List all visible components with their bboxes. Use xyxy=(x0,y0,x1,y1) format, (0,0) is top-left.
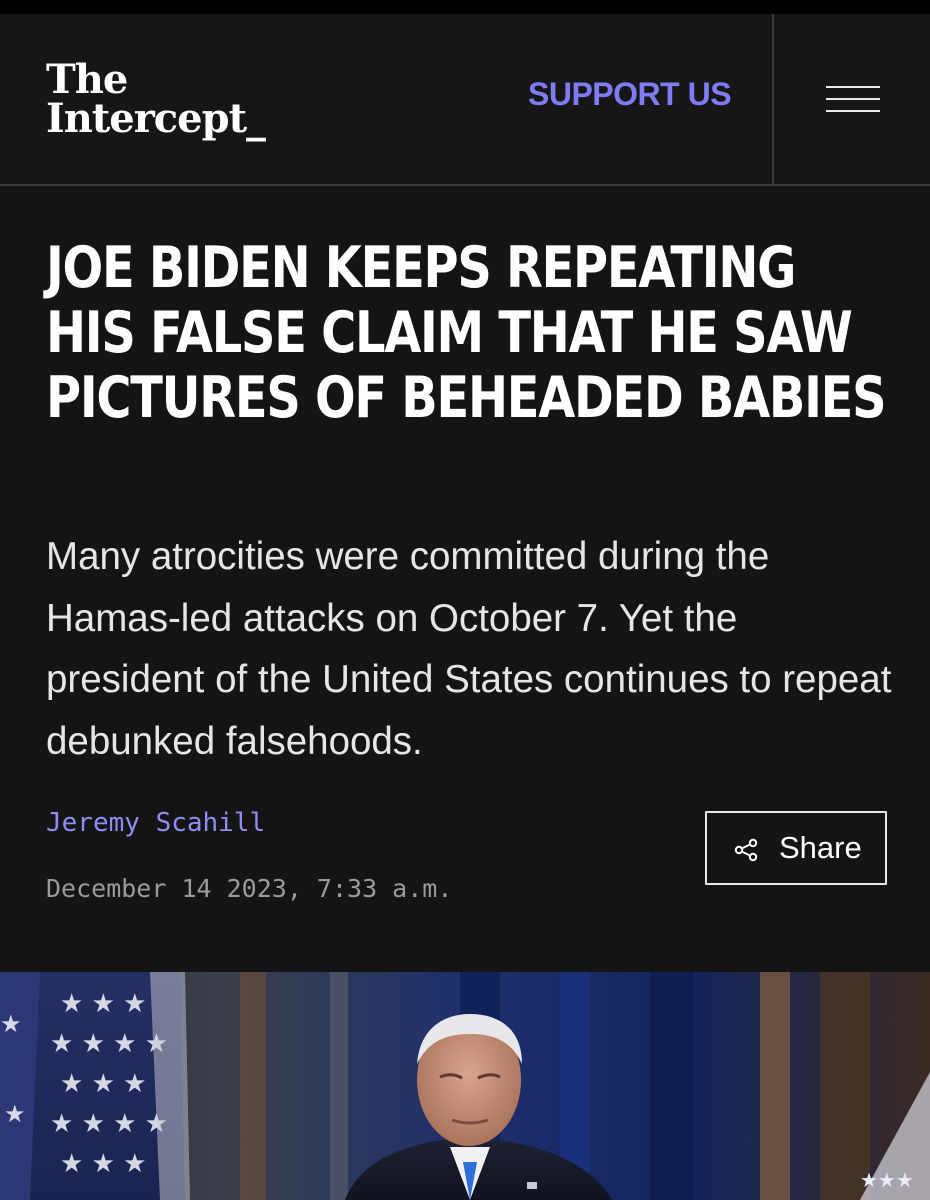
article-hero-image: ★ ★ ★ ★ ★ ★ ★ ★ ★ ★ ★ ★ ★ ★ ★ ★ ★ ★ ★ ★★… xyxy=(0,972,930,1200)
hamburger-menu-icon[interactable] xyxy=(826,86,880,114)
header-divider xyxy=(772,14,774,186)
svg-text:★ ★ ★ ★: ★ ★ ★ ★ xyxy=(50,1109,168,1139)
svg-text:★ ★ ★ ★: ★ ★ ★ ★ xyxy=(50,1029,168,1059)
logo-line-2: Intercept_ xyxy=(46,95,266,142)
share-button[interactable]: Share xyxy=(705,811,887,885)
logo-line-1: The xyxy=(46,56,128,103)
share-label: Share xyxy=(779,830,862,865)
article-dek: Many atrocities were committed during th… xyxy=(46,535,892,763)
svg-text:★ ★ ★: ★ ★ ★ xyxy=(60,989,146,1019)
support-us-link[interactable]: SUPPORT US xyxy=(528,76,732,113)
svg-text:★: ★ xyxy=(4,1100,26,1128)
svg-text:★: ★ xyxy=(0,1010,22,1038)
site-header: The Intercept_ SUPPORT US xyxy=(0,14,930,186)
svg-text:★ ★ ★: ★ ★ ★ xyxy=(60,1149,146,1179)
svg-text:★ ★ ★: ★ ★ ★ xyxy=(60,1069,146,1099)
publish-date: December 14 2023, 7:33 a.m. xyxy=(46,874,453,903)
site-logo[interactable]: The Intercept_ xyxy=(46,56,266,142)
status-bar xyxy=(0,0,930,14)
author-link[interactable]: Jeremy Scahill xyxy=(46,808,265,838)
svg-text:★★★: ★★★ xyxy=(860,1168,914,1192)
share-icon xyxy=(734,838,758,862)
article-headline: JOE BIDEN KEEPS REPEATING HIS FALSE CLAI… xyxy=(46,235,887,431)
